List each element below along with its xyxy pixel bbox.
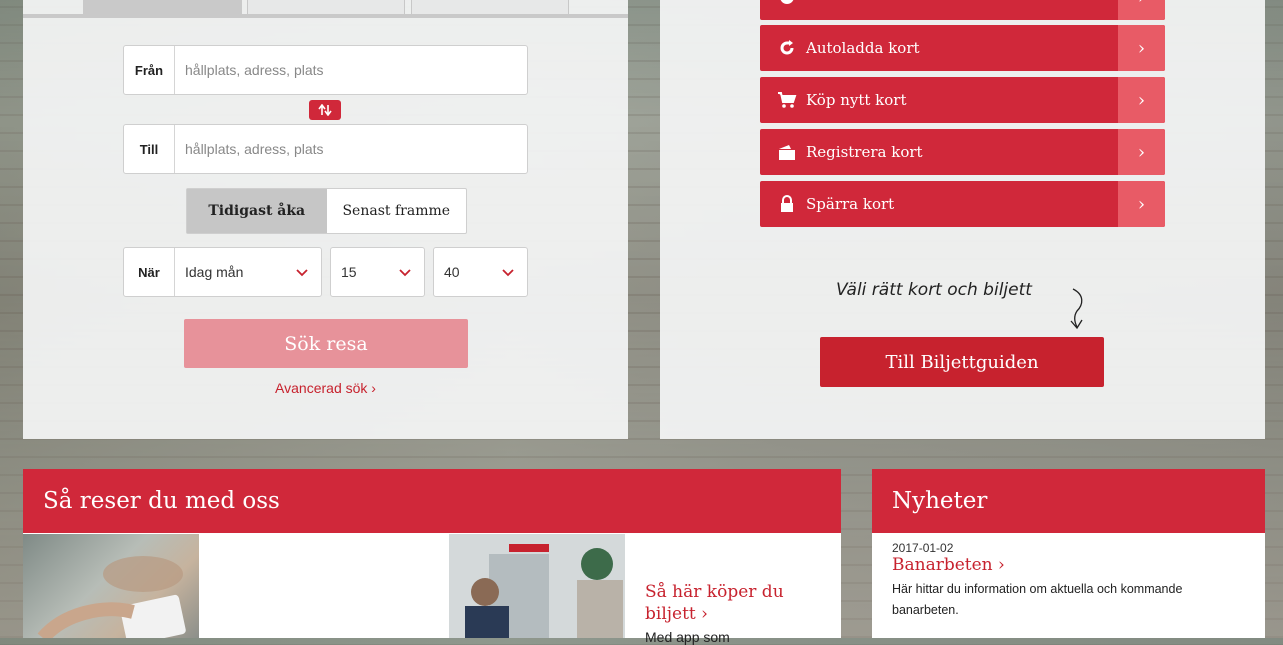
arrow-icon: › <box>1118 181 1165 227</box>
ticket-guide-button[interactable]: Till Biljettguiden <box>820 337 1104 387</box>
travel-section: Så reser du med oss Så här köper du bilj… <box>23 469 841 645</box>
arrow-icon: › <box>1118 77 1165 123</box>
from-field: Från <box>123 45 528 95</box>
news-text: Här hittar du information om aktuella oc… <box>892 582 1183 617</box>
curved-arrow-icon <box>1070 288 1083 330</box>
tip-subtext: Med app som <box>645 629 730 645</box>
minute-select[interactable]: 40 <box>433 247 528 297</box>
advanced-search-link[interactable]: Avancerad sök › <box>23 380 628 396</box>
from-input[interactable] <box>175 46 527 94</box>
day-select[interactable]: När Idag mån <box>123 247 322 297</box>
trip-planner-panel: Från Till Tidigast åka Senast framme När… <box>23 0 628 439</box>
travel-section-heading: Så reser du med oss <box>23 469 841 533</box>
card-menu-item-block[interactable]: Spärra kort › <box>760 181 1165 227</box>
card-menu-item-register[interactable]: Registrera kort › <box>760 129 1165 175</box>
swap-arrows-icon <box>318 104 332 116</box>
card-menu-label: Registrera kort <box>806 143 923 161</box>
chevron-down-icon <box>296 269 308 277</box>
tab-third[interactable] <box>411 0 569 15</box>
card-panel: › Autoladda kort › Köp nytt kort › Regis… <box>660 0 1265 439</box>
buy-ticket-link[interactable]: Så här köper du biljett › <box>645 581 825 625</box>
from-label: Från <box>124 46 175 94</box>
arrow-icon: › <box>1118 25 1165 71</box>
card-menu-item-autoload[interactable]: Autoladda kort › <box>760 25 1165 71</box>
card-menu-item-buy[interactable]: Köp nytt kort › <box>760 77 1165 123</box>
chevron-down-icon <box>502 269 514 277</box>
arrow-icon: › <box>1118 129 1165 175</box>
hour-select[interactable]: 15 <box>330 247 425 297</box>
station-photo[interactable] <box>449 534 625 638</box>
lock-icon <box>772 195 802 213</box>
news-title-link[interactable]: Banarbeten › <box>892 555 1005 575</box>
hour-value: 15 <box>341 264 357 280</box>
news-heading: Nyheter <box>872 469 1265 533</box>
latest-option[interactable]: Senast framme <box>327 189 467 233</box>
minute-value: 40 <box>444 264 460 280</box>
tab-underline <box>23 14 628 18</box>
to-field: Till <box>123 124 528 174</box>
to-input[interactable] <box>175 125 527 173</box>
news-section: Nyheter 2017-01-02 Banarbeten › Här hitt… <box>872 469 1265 638</box>
card-menu-item-top[interactable]: › <box>760 0 1165 20</box>
tab-second[interactable] <box>247 0 405 15</box>
day-value: Idag mån <box>185 264 244 280</box>
news-date: 2017-01-02 <box>892 541 954 555</box>
when-label: När <box>124 248 175 296</box>
tab-strip <box>23 0 628 18</box>
card-menu-label: Köp nytt kort <box>806 91 907 109</box>
card-register-icon <box>772 143 802 161</box>
card-menu-label: Spärra kort <box>806 195 895 213</box>
refresh-icon <box>772 39 802 57</box>
time-mode-toggle: Tidigast åka Senast framme <box>186 188 467 234</box>
chevron-down-icon <box>399 269 411 277</box>
earliest-option[interactable]: Tidigast åka <box>187 189 327 233</box>
to-label: Till <box>124 125 175 173</box>
phone-photo[interactable] <box>23 534 199 638</box>
info-icon <box>772 0 802 5</box>
tab-active[interactable] <box>83 0 242 15</box>
swap-button[interactable] <box>309 100 341 120</box>
arrow-icon: › <box>1118 0 1165 20</box>
card-menu-label: Autoladda kort <box>806 39 920 57</box>
cart-icon <box>772 91 802 109</box>
handwritten-hint: Väli rätt kort och biljett <box>836 280 1032 300</box>
search-trip-button[interactable]: Sök resa <box>184 319 468 368</box>
